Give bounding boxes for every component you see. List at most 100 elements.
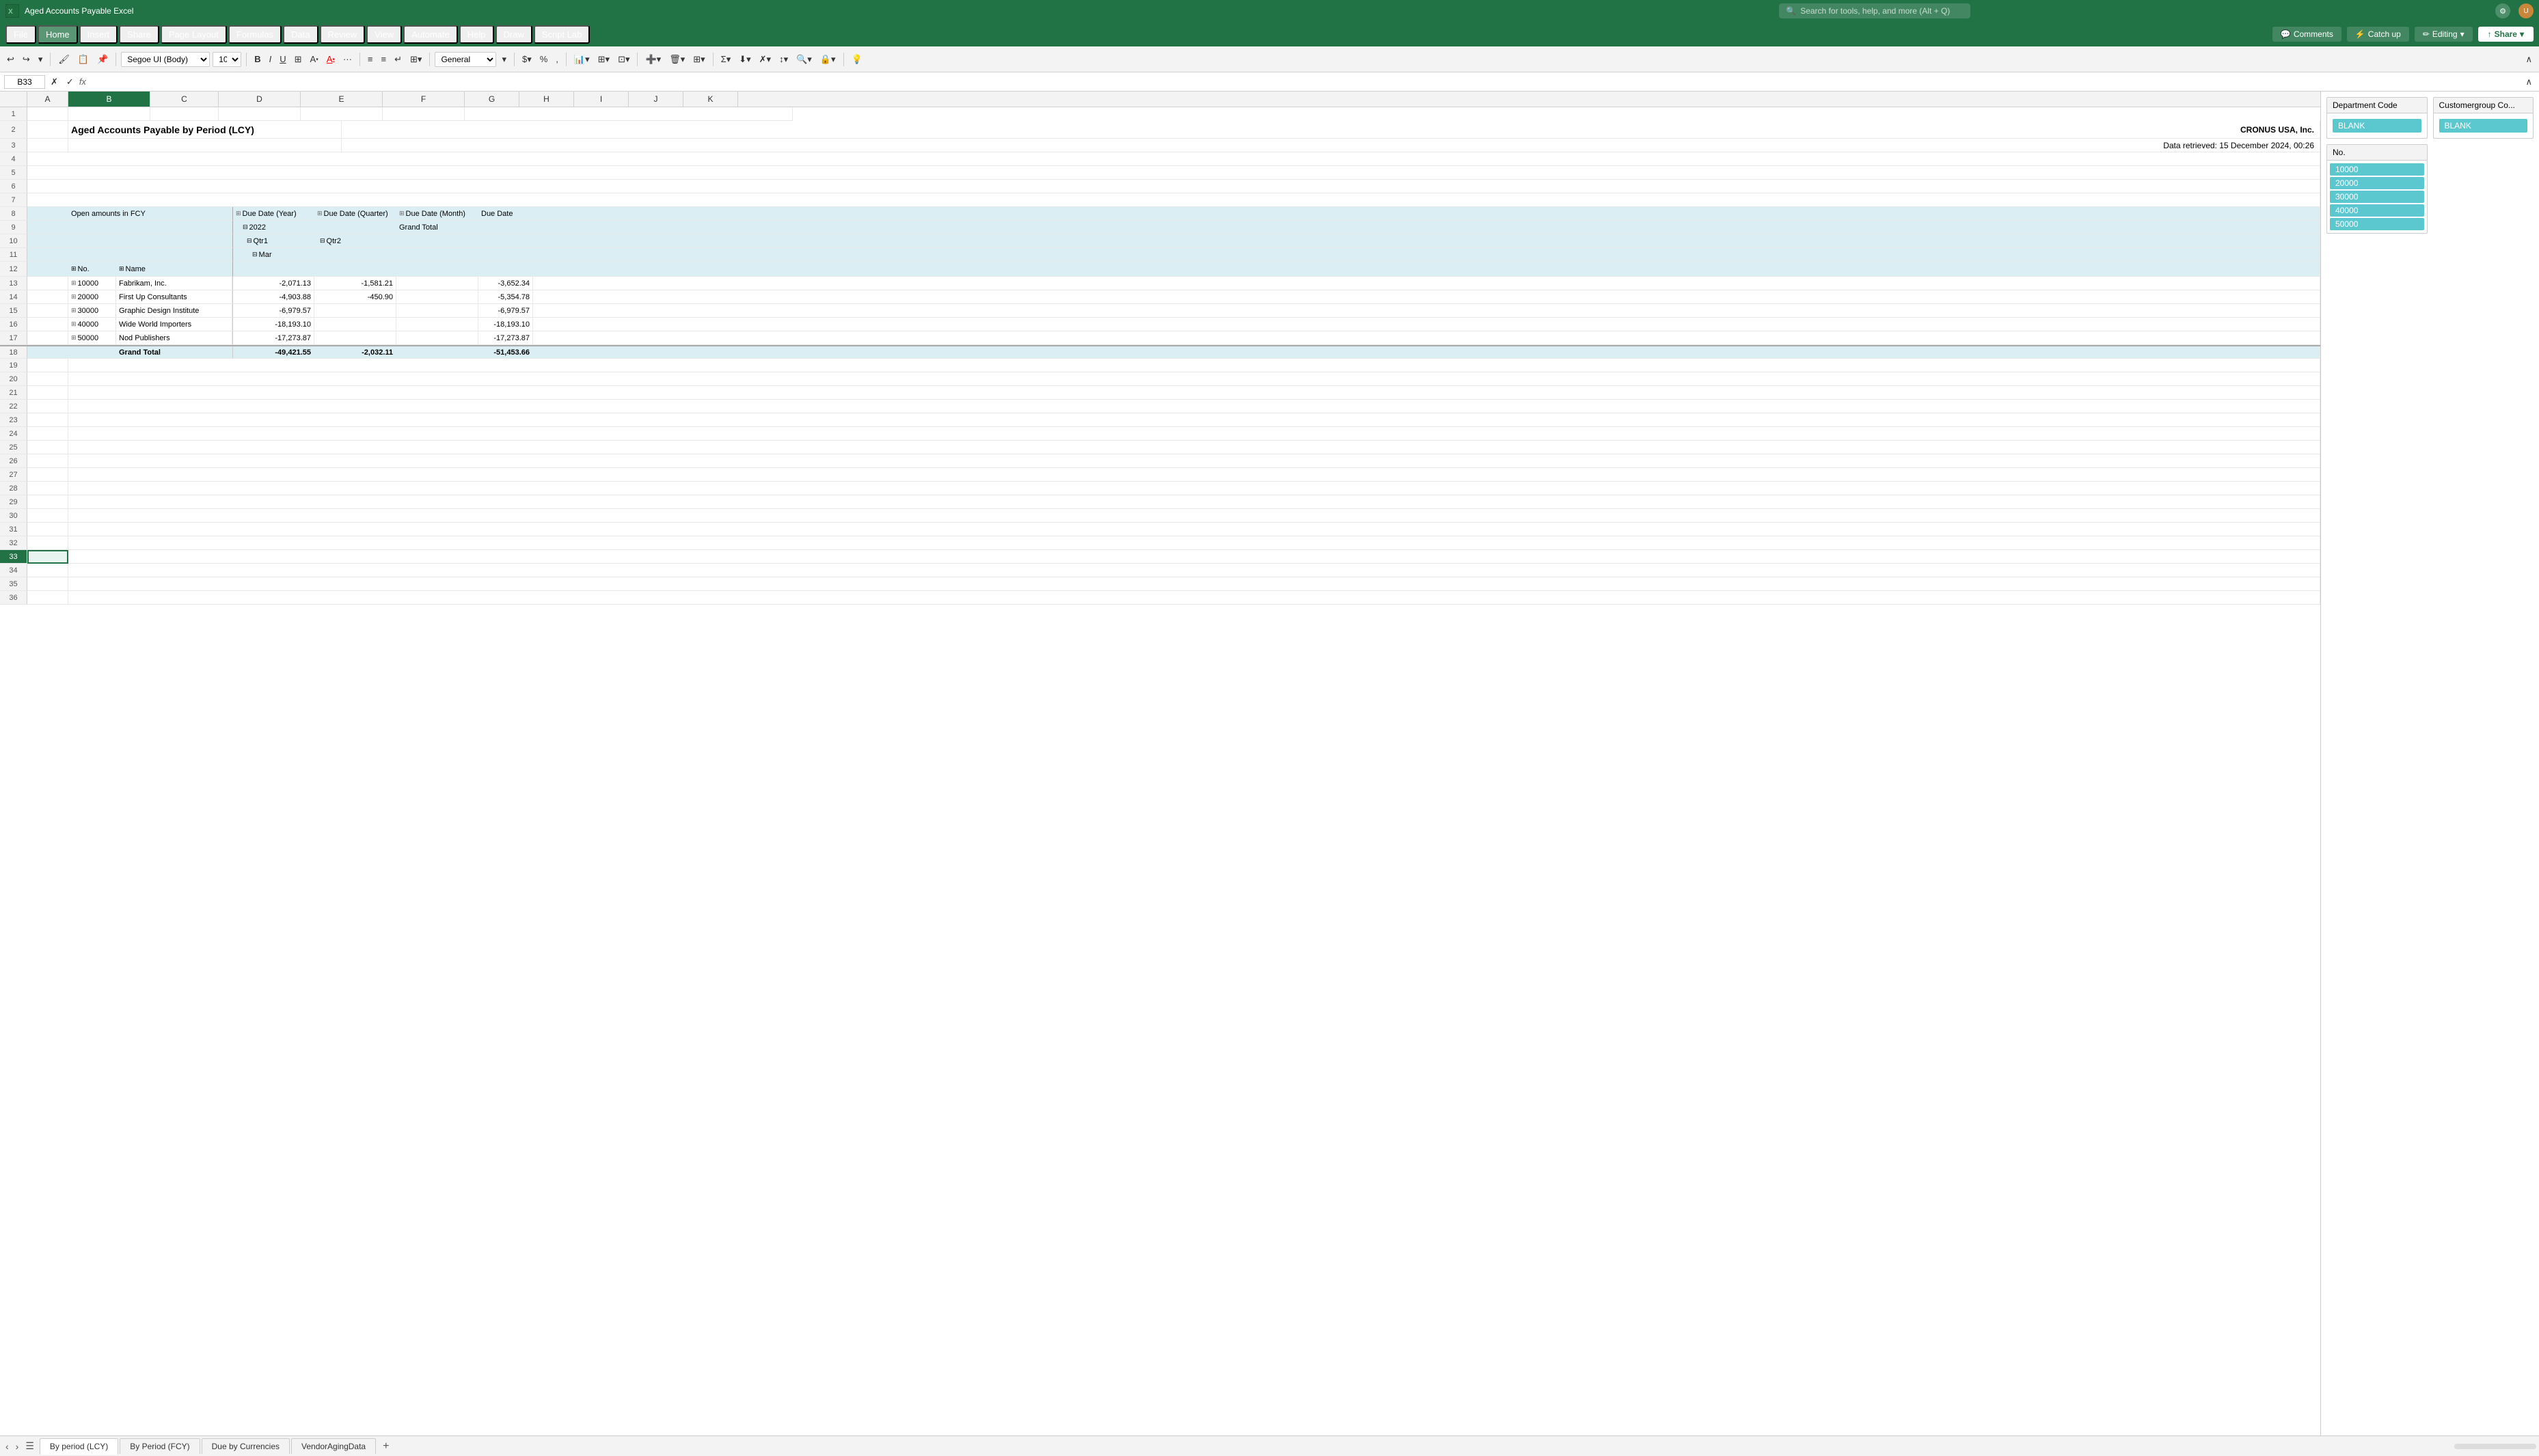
cell-c8[interactable] (178, 207, 232, 221)
tab-by-period-lcy[interactable]: By period (LCY) (40, 1438, 118, 1455)
cell-h2[interactable]: CRONUS USA, Inc. (342, 121, 2320, 139)
sensitivity-button[interactable]: 🔒▾ (817, 52, 839, 67)
department-code-blank[interactable]: BLANK (2333, 119, 2421, 133)
find-button[interactable]: 🔍▾ (793, 52, 815, 67)
cell-b26[interactable] (68, 454, 2320, 468)
merge-button[interactable]: ⊞▾ (407, 52, 424, 67)
cell-c16[interactable]: Wide World Importers (116, 318, 232, 331)
cell-d10[interactable]: ⊟ Qtr1 (232, 234, 314, 248)
cell-f1[interactable] (383, 107, 465, 121)
cell-b4[interactable] (27, 152, 2320, 166)
cell-b3[interactable] (68, 139, 342, 152)
cell-d18[interactable]: -49,421.55 (232, 346, 314, 359)
add-sheet-button[interactable]: + (377, 1440, 394, 1453)
bold-button[interactable]: B (252, 52, 263, 66)
col-header-k[interactable]: K (683, 92, 738, 107)
cell-c11[interactable] (178, 248, 232, 262)
cell-b36[interactable] (68, 591, 2320, 605)
cell-b24[interactable] (68, 427, 2320, 441)
cell-e16[interactable] (314, 318, 396, 331)
cell-a29[interactable] (27, 495, 68, 509)
cell-c10[interactable] (178, 234, 232, 248)
menu-insert[interactable]: Insert (79, 25, 118, 44)
cell-g15[interactable]: -6,979.57 (478, 304, 533, 318)
delete-row-button[interactable]: 🗑▾ (666, 52, 688, 67)
cell-a32[interactable] (27, 536, 68, 550)
border-button[interactable]: ⊞ (292, 52, 305, 67)
customer-group-blank[interactable]: BLANK (2439, 119, 2528, 133)
cell-reference-input[interactable] (4, 75, 45, 89)
sheet-scroll-area[interactable]: 1 2 Aged Accounts Payable by Period (LCY… (0, 107, 2320, 1436)
cell-d17[interactable]: -17,273.87 (232, 331, 314, 345)
undo-button[interactable]: ↩ (4, 52, 17, 67)
cell-a12[interactable] (27, 262, 68, 277)
cell-g1[interactable] (465, 107, 793, 121)
cell-g8[interactable]: Due Date (478, 207, 533, 221)
col-header-c[interactable]: C (150, 92, 219, 107)
comments-button[interactable]: 💬 Comments (2272, 27, 2341, 42)
formula-cancel-button[interactable]: ✗ (48, 74, 61, 90)
cell-d12[interactable] (232, 262, 314, 277)
cell-a36[interactable] (27, 591, 68, 605)
comma-button[interactable]: , (553, 52, 561, 66)
menu-draw[interactable]: Draw (495, 25, 532, 44)
cell-b33[interactable] (68, 550, 2320, 564)
cell-a3[interactable] (27, 139, 68, 152)
cell-a34[interactable] (27, 564, 68, 577)
cell-c9[interactable] (178, 221, 232, 234)
col-header-g[interactable]: G (465, 92, 519, 107)
cell-e9[interactable] (314, 221, 396, 234)
cell-d11[interactable]: ⊟ Mar (232, 248, 314, 262)
cell-a23[interactable] (27, 413, 68, 427)
cell-g12[interactable] (478, 262, 2320, 277)
cell-g14[interactable]: -5,354.78 (478, 290, 533, 304)
cell-g16[interactable]: -18,193.10 (478, 318, 533, 331)
cell-b20[interactable] (68, 372, 2320, 386)
cell-c13[interactable]: Fabrikam, Inc. (116, 277, 232, 290)
font-family-select[interactable]: Segoe UI (Body) (121, 52, 210, 67)
cell-g18[interactable]: -51,453.66 (478, 346, 533, 359)
cell-a2[interactable] (27, 121, 68, 139)
cell-b35[interactable] (68, 577, 2320, 591)
tab-prev-button[interactable]: ‹ (3, 1440, 12, 1453)
cell-a25[interactable] (27, 441, 68, 454)
cell-b7[interactable] (27, 193, 2320, 207)
cell-h17[interactable] (533, 331, 2320, 345)
cell-h14[interactable] (533, 290, 2320, 304)
cell-f18[interactable] (396, 346, 478, 359)
cell-h15[interactable] (533, 304, 2320, 318)
cell-f17[interactable] (396, 331, 478, 345)
formula-expand-button[interactable]: ∧ (2523, 74, 2535, 90)
cell-c14[interactable]: First Up Consultants (116, 290, 232, 304)
menu-automate[interactable]: Automate (403, 25, 458, 44)
cell-f12[interactable] (396, 262, 478, 277)
no-filter-50000[interactable]: 50000 (2330, 218, 2424, 230)
cell-a20[interactable] (27, 372, 68, 386)
cell-b27[interactable] (68, 468, 2320, 482)
horizontal-scrollbar[interactable] (2454, 1444, 2536, 1449)
format-more-button[interactable]: ▾ (499, 52, 509, 67)
cell-g13[interactable]: -3,652.34 (478, 277, 533, 290)
cell-a33[interactable] (27, 550, 68, 564)
cell-d14[interactable]: -4,903.88 (232, 290, 314, 304)
cell-e10[interactable]: ⊟ Qtr2 (314, 234, 396, 248)
cell-a13[interactable] (27, 277, 68, 290)
cell-b23[interactable] (68, 413, 2320, 427)
cell-c15[interactable]: Graphic Design Institute (116, 304, 232, 318)
cell-b34[interactable] (68, 564, 2320, 577)
cell-a10[interactable] (27, 234, 68, 248)
share-button[interactable]: ↑ Share ▾ (2478, 27, 2534, 42)
cell-c18[interactable]: Grand Total (116, 346, 232, 359)
cell-f9[interactable]: Grand Total (396, 221, 478, 234)
cell-b13[interactable]: ⊞ 10000 (68, 277, 116, 290)
cell-b22[interactable] (68, 400, 2320, 413)
expand-toolbar-button[interactable]: ∧ (2523, 52, 2535, 67)
menu-view[interactable]: View (366, 25, 402, 44)
paste-button[interactable]: 📌 (94, 52, 111, 67)
copy-format-button[interactable]: 🖌 (55, 52, 72, 67)
cell-b18[interactable] (68, 346, 116, 359)
cell-b31[interactable] (68, 523, 2320, 536)
cell-b32[interactable] (68, 536, 2320, 550)
cell-b1[interactable] (68, 107, 150, 121)
cell-b21[interactable] (68, 386, 2320, 400)
